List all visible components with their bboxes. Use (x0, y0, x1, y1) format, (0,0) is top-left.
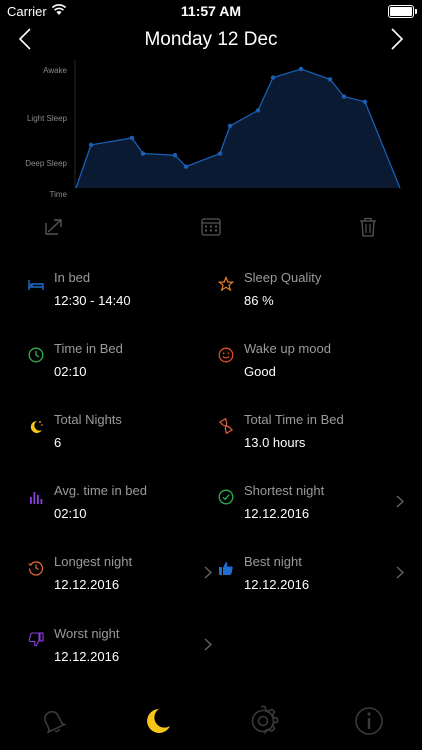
hourglass-icon (218, 418, 234, 434)
clock-time: 11:57 AM (180, 3, 242, 19)
time-in-bed-label: Time in Bed (54, 341, 123, 356)
thumbs-down-icon (28, 632, 44, 647)
chevron-right-icon[interactable] (390, 27, 404, 51)
worst-night-value: 12.12.2016 (54, 649, 120, 664)
total-time-label: Total Time in Bed (244, 412, 344, 427)
tab-bar (0, 699, 422, 750)
chart-toolbar (0, 212, 422, 242)
longest-night-value: 12.12.2016 (54, 577, 120, 592)
stat-in-bed: In bed 12:30 - 14:40 (28, 262, 218, 322)
worst-night-label: Worst night (54, 626, 120, 641)
bell-icon[interactable] (37, 705, 69, 737)
in-bed-value: 12:30 - 14:40 (54, 293, 131, 308)
y-label-awake: Awake (43, 66, 67, 75)
y-label-deep-sleep: Deep Sleep (25, 159, 67, 168)
stat-shortest-night[interactable]: Shortest night 12.12.2016 (218, 475, 408, 535)
longest-night-label: Longest night (54, 554, 133, 569)
chevron-right-icon[interactable] (396, 566, 404, 579)
gear-icon[interactable] (247, 705, 279, 737)
sleep-chart: Awake Light Sleep Deep Sleep Time (25, 60, 401, 199)
total-nights-value: 6 (54, 435, 62, 450)
moon-icon[interactable] (142, 705, 174, 737)
clock-icon (28, 347, 44, 363)
wake-mood-label: Wake up mood (244, 341, 331, 356)
sleep-point (255, 108, 261, 113)
stat-best-night[interactable]: Best night 12.12.2016 (218, 546, 408, 606)
sleep-point (140, 151, 146, 156)
stat-time-in-bed: Time in Bed 02:10 (28, 333, 218, 393)
battery-icon (388, 5, 417, 18)
time-in-bed-value: 02:10 (54, 364, 87, 379)
stat-avg-time: Avg. time in bed 02:10 (28, 475, 218, 535)
sleep-point (362, 99, 368, 104)
thumbs-up-icon (219, 562, 233, 575)
sleep-point (129, 135, 135, 141)
sleep-point (341, 94, 347, 99)
total-nights-label: Total Nights (54, 412, 122, 427)
stat-worst-night[interactable]: Worst night 12.12.2016 (28, 618, 218, 678)
status-bar: Carrier 11:57 AM (0, 0, 422, 22)
best-night-value: 12.12.2016 (244, 577, 310, 592)
total-time-value: 13.0 hours (244, 435, 306, 450)
history-clock-icon (28, 561, 44, 576)
stat-total-nights: Total Nights 6 (28, 404, 218, 464)
trash-icon[interactable] (353, 212, 383, 242)
shortest-night-label: Shortest night (244, 483, 325, 498)
sleep-point (217, 151, 223, 156)
stat-sleep-quality: Sleep Quality 86 % (218, 262, 408, 322)
sleep-point (327, 77, 333, 82)
sleep-point (88, 142, 94, 148)
sleep-point (298, 66, 304, 72)
chevron-right-icon[interactable] (396, 495, 404, 508)
star-icon (218, 276, 234, 292)
bed-icon (28, 280, 44, 290)
bar-chart-icon (30, 492, 43, 504)
share-icon[interactable] (39, 212, 69, 242)
sleep-quality-label: Sleep Quality (244, 270, 322, 285)
date-navigator: Monday 12 Dec (0, 22, 422, 58)
smiley-icon (218, 347, 234, 363)
wake-mood-value: Good (244, 364, 276, 379)
best-night-label: Best night (244, 554, 302, 569)
moon-stars-icon (30, 420, 43, 433)
calendar-icon[interactable] (196, 212, 226, 242)
y-label-light-sleep: Light Sleep (27, 114, 68, 123)
in-bed-label: In bed (54, 270, 91, 285)
shortest-night-value: 12.12.2016 (244, 506, 310, 521)
sleep-point (270, 75, 276, 80)
sleep-quality-value: 86 % (244, 293, 274, 308)
stat-total-time: Total Time in Bed 13.0 hours (218, 404, 408, 464)
stat-wake-mood: Wake up mood Good (218, 333, 408, 393)
sleep-point (172, 153, 178, 158)
chevron-right-icon[interactable] (204, 566, 212, 579)
check-clock-icon (218, 489, 234, 505)
avg-time-label: Avg. time in bed (54, 483, 147, 498)
avg-time-value: 02:10 (54, 506, 87, 521)
sleep-point (183, 164, 189, 169)
x-label-time: Time (50, 190, 68, 199)
page-title: Monday 12 Dec (144, 29, 278, 50)
stat-longest-night[interactable]: Longest night 12.12.2016 (28, 546, 218, 606)
chevron-right-icon[interactable] (204, 638, 212, 651)
info-icon[interactable] (353, 705, 385, 737)
sleep-area-fill (76, 69, 400, 188)
sleep-point (227, 123, 233, 129)
